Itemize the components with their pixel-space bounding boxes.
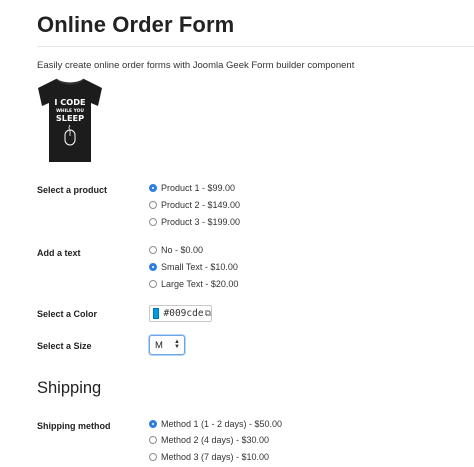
text-option-1-label: No - $0.00 [161, 245, 204, 255]
text-option-1[interactable]: No - $0.00 [149, 243, 203, 257]
product-option-3-label: Product 3 - $199.00 [161, 217, 241, 227]
size-selected-value: M [155, 339, 163, 351]
radio-selected-icon[interactable] [149, 263, 157, 271]
shipping-option-2[interactable]: Method 2 (4 days) - $30.00 [149, 433, 269, 447]
radio-icon[interactable] [149, 280, 157, 288]
size-select[interactable]: M ▲ ▼ [149, 335, 185, 355]
shirt-text-line3: SLEEP [56, 113, 84, 123]
text-label: Add a text [37, 248, 81, 258]
page-title: Online Order Form [37, 12, 235, 37]
shipping-option-3[interactable]: Method 3 (7 days) - $10.00 [149, 450, 269, 464]
intro-text: Easily create online order forms with Jo… [37, 60, 355, 71]
product-tshirt-image: I CODE WHILE YOU SLEEP [38, 78, 102, 162]
product-option-2[interactable]: Product 2 - $149.00 [149, 198, 240, 212]
text-option-3-label: Large Text - $20.00 [161, 279, 239, 289]
shipping-option-2-label: Method 2 (4 days) - $30.00 [161, 435, 270, 445]
product-option-2-label: Product 2 - $149.00 [161, 200, 241, 210]
shipping-heading: Shipping [37, 379, 102, 397]
radio-selected-icon[interactable] [149, 184, 157, 192]
radio-icon[interactable] [149, 201, 157, 209]
product-option-1-label: Product 1 - $99.00 [161, 183, 236, 193]
eyedropper-icon[interactable]: ⧉ [205, 308, 211, 319]
shirt-text-line1: I CODE [54, 97, 85, 107]
color-picker-input[interactable]: #009cde ⧉ [149, 305, 212, 322]
radio-selected-icon[interactable] [149, 420, 157, 428]
select-arrows-icon: ▲ ▼ [174, 339, 180, 350]
product-option-1[interactable]: Product 1 - $99.00 [149, 181, 235, 195]
shipping-method-label: Shipping method [37, 421, 111, 431]
title-divider [37, 46, 474, 47]
text-option-2-label: Small Text - $10.00 [161, 262, 238, 272]
radio-icon[interactable] [149, 246, 157, 254]
product-label: Select a product [37, 185, 108, 195]
shipping-option-1-label: Method 1 (1 - 2 days) - $50.00 [161, 419, 283, 429]
color-label: Select a Color [37, 309, 98, 319]
text-option-2[interactable]: Small Text - $10.00 [149, 260, 238, 274]
color-value: #009cde [163, 308, 204, 319]
shipping-option-1[interactable]: Method 1 (1 - 2 days) - $50.00 [149, 417, 282, 431]
product-option-3[interactable]: Product 3 - $199.00 [149, 215, 240, 229]
color-swatch[interactable] [153, 308, 159, 319]
radio-icon[interactable] [149, 436, 157, 444]
radio-icon[interactable] [149, 218, 157, 226]
shipping-option-3-label: Method 3 (7 days) - $10.00 [161, 452, 270, 462]
text-option-3[interactable]: Large Text - $20.00 [149, 277, 238, 291]
size-label: Select a Size [37, 341, 92, 351]
radio-icon[interactable] [149, 453, 157, 461]
